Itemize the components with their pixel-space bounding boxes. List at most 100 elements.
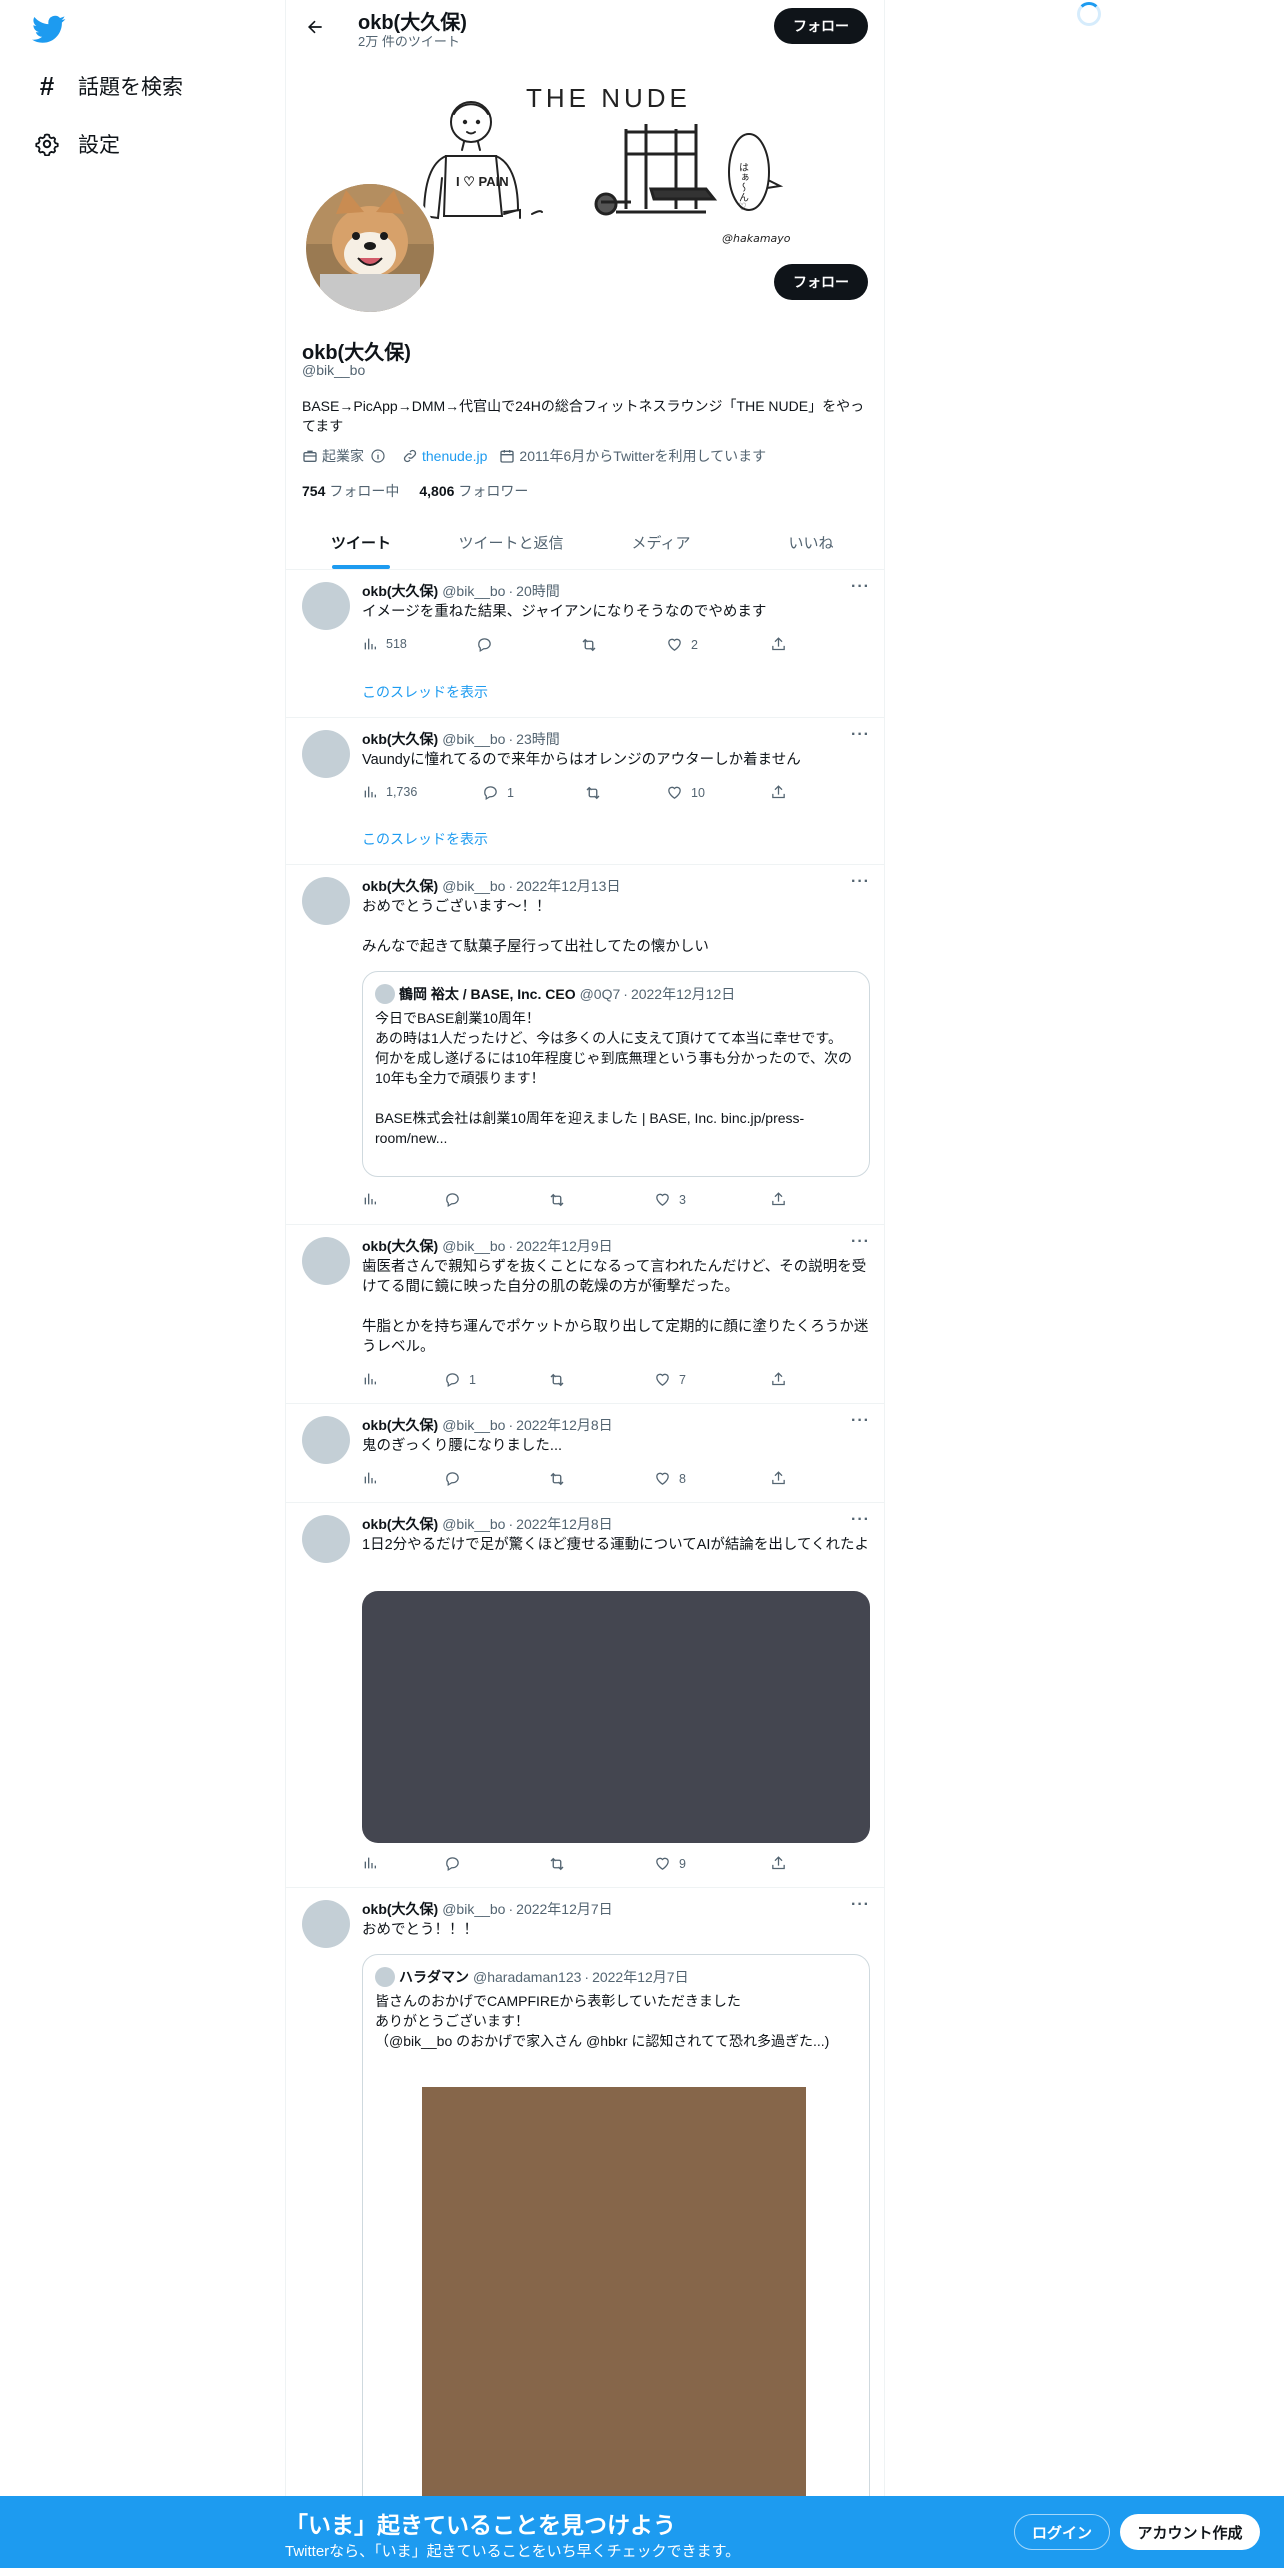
tweet-media-image[interactable] — [362, 1591, 870, 1843]
tweet-author-handle[interactable]: @bik__bo — [442, 878, 505, 894]
like-button[interactable]: 7 — [654, 1371, 686, 1388]
info-icon — [371, 449, 385, 463]
tweet-author-handle[interactable]: @bik__bo — [442, 1417, 505, 1433]
share-button[interactable] — [770, 784, 795, 801]
avatar[interactable] — [302, 1900, 350, 1948]
retweet-button[interactable] — [580, 636, 606, 654]
views-button[interactable] — [362, 1191, 386, 1207]
reply-button[interactable]: 1 — [482, 784, 514, 801]
twitter-bird-icon[interactable] — [32, 12, 66, 46]
login-button[interactable]: ログイン — [1014, 2514, 1110, 2550]
quote-tweet[interactable]: ハラダマン @haradaman123 · 2022年12月7日 皆さんのおかげ… — [362, 1954, 870, 2568]
tab-tweets-and-replies[interactable]: ツイートと返信 — [436, 516, 586, 569]
more-icon[interactable]: ··· — [851, 873, 870, 891]
reply-button[interactable] — [444, 1191, 469, 1208]
views-button[interactable]: 518 — [362, 636, 407, 652]
following-link[interactable]: 754 フォロー中 — [302, 481, 399, 501]
like-button[interactable]: 10 — [666, 784, 705, 801]
reply-button[interactable] — [476, 636, 501, 653]
tweet-time[interactable]: 2022年12月8日 — [516, 1514, 613, 1534]
tweet-time[interactable]: 2022年12月8日 — [516, 1415, 613, 1435]
header-tweet-count: 2万 件のツイート — [358, 34, 460, 49]
header-follow-button[interactable]: フォロー — [774, 8, 868, 44]
tweet[interactable]: okb(大久保) @bik__bo · 2022年12月8日 ··· 鬼のぎっく… — [286, 1404, 884, 1503]
profile-avatar[interactable] — [302, 180, 438, 316]
views-button[interactable] — [362, 1855, 386, 1871]
show-thread-link[interactable]: このスレッドを表示 — [362, 829, 488, 849]
tweet[interactable]: okb(大久保) @bik__bo · 2022年12月13日 ··· おめでと… — [286, 865, 884, 1225]
share-button[interactable] — [770, 1371, 795, 1388]
back-arrow-icon[interactable] — [298, 10, 332, 44]
share-button[interactable] — [770, 1191, 795, 1208]
tweet-time[interactable]: 23時間 — [516, 729, 560, 749]
tweet[interactable]: okb(大久保) @bik__bo · 2022年12月8日 ··· 1日2分や… — [286, 1503, 884, 1888]
retweet-button[interactable] — [548, 1371, 574, 1389]
profile-follow-button[interactable]: フォロー — [774, 264, 868, 300]
views-button[interactable] — [362, 1470, 386, 1486]
tweet-author-handle[interactable]: @bik__bo — [442, 731, 505, 747]
retweet-button[interactable] — [548, 1855, 574, 1873]
like-button[interactable]: 2 — [666, 636, 698, 653]
like-button[interactable]: 3 — [654, 1191, 686, 1208]
show-thread-link[interactable]: このスレッドを表示 — [362, 682, 488, 702]
tweet[interactable]: okb(大久保) @bik__bo · 2022年12月9日 ··· 歯医者さん… — [286, 1225, 884, 1404]
profile-meta: 起業家 thenude.jp 2011年6月からTwitterを利用しています — [302, 446, 778, 466]
avatar[interactable] — [302, 1237, 350, 1285]
tweet-author-handle[interactable]: @bik__bo — [442, 1516, 505, 1532]
signup-banner: 「いま」起きていることを見つけよう Twitterなら、「いま」起きていることを… — [0, 2496, 1284, 2568]
tweet[interactable]: okb(大久保) @bik__bo · 2022年12月7日 ··· おめでとう… — [286, 1888, 884, 2568]
tweet-author-handle[interactable]: @bik__bo — [442, 1901, 505, 1917]
tab-media[interactable]: メディア — [586, 516, 736, 569]
nav-explore[interactable]: # 話題を検索 — [34, 62, 183, 110]
tweet-author-name[interactable]: okb(大久保) — [362, 581, 438, 601]
like-button[interactable]: 8 — [654, 1470, 686, 1487]
retweet-button[interactable] — [548, 1470, 574, 1488]
tweet-author-name[interactable]: okb(大久保) — [362, 1236, 438, 1256]
tweet-author-name[interactable]: okb(大久保) — [362, 876, 438, 896]
more-icon[interactable]: ··· — [851, 1896, 870, 1914]
avatar[interactable] — [302, 730, 350, 778]
reply-button[interactable] — [444, 1470, 469, 1487]
more-icon[interactable]: ··· — [851, 1412, 870, 1430]
more-icon[interactable]: ··· — [851, 578, 870, 596]
tab-tweets[interactable]: ツイート — [286, 516, 436, 569]
nav-settings[interactable]: 設定 — [34, 120, 120, 168]
quote-tweet[interactable]: 鶴岡 裕太 / BASE, Inc. CEO @0Q7 · 2022年12月12… — [362, 971, 870, 1177]
profile-name: okb(大久保) — [302, 342, 411, 364]
tweet-time[interactable]: 2022年12月7日 — [516, 1899, 613, 1919]
profile-link[interactable]: thenude.jp — [402, 448, 487, 464]
tweet-time[interactable]: 2022年12月13日 — [516, 876, 620, 896]
tweet-author-name[interactable]: okb(大久保) — [362, 1899, 438, 1919]
more-icon[interactable]: ··· — [851, 1511, 870, 1529]
retweet-button[interactable] — [548, 1191, 574, 1209]
like-button[interactable]: 9 — [654, 1855, 686, 1872]
retweet-button[interactable] — [584, 784, 610, 802]
tweet-author-handle[interactable]: @bik__bo — [442, 583, 505, 599]
avatar[interactable] — [302, 1416, 350, 1464]
quote-media-image[interactable] — [422, 2087, 806, 2507]
avatar[interactable] — [302, 582, 350, 630]
share-button[interactable] — [770, 636, 795, 653]
tweet-time[interactable]: 2022年12月9日 — [516, 1236, 613, 1256]
tweet-author-name[interactable]: okb(大久保) — [362, 729, 438, 749]
more-icon[interactable]: ··· — [851, 726, 870, 744]
tweet-time[interactable]: 20時間 — [516, 581, 560, 601]
signup-button[interactable]: アカウント作成 — [1120, 2514, 1260, 2550]
more-icon[interactable]: ··· — [851, 1233, 870, 1251]
followers-link[interactable]: 4,806 フォロワー — [419, 481, 528, 501]
reply-button[interactable] — [444, 1855, 469, 1872]
reply-button[interactable]: 1 — [444, 1371, 476, 1388]
tweet-author-name[interactable]: okb(大久保) — [362, 1415, 438, 1435]
share-button[interactable] — [770, 1470, 795, 1487]
tweet[interactable]: okb(大久保) @bik__bo · 20時間 ··· イメージを重ねた結果、… — [286, 570, 884, 718]
avatar[interactable] — [302, 877, 350, 925]
tweet-author-handle[interactable]: @bik__bo — [442, 1238, 505, 1254]
tab-likes[interactable]: いいね — [736, 516, 884, 569]
tweet-author-name[interactable]: okb(大久保) — [362, 1514, 438, 1534]
views-button[interactable]: 1,736 — [362, 784, 417, 800]
views-button[interactable] — [362, 1371, 386, 1387]
share-button[interactable] — [770, 1855, 795, 1872]
tweet[interactable]: okb(大久保) @bik__bo · 23時間 ··· Vaundyに憧れてる… — [286, 718, 884, 865]
avatar[interactable] — [302, 1515, 350, 1563]
analytics-icon — [364, 1373, 376, 1385]
